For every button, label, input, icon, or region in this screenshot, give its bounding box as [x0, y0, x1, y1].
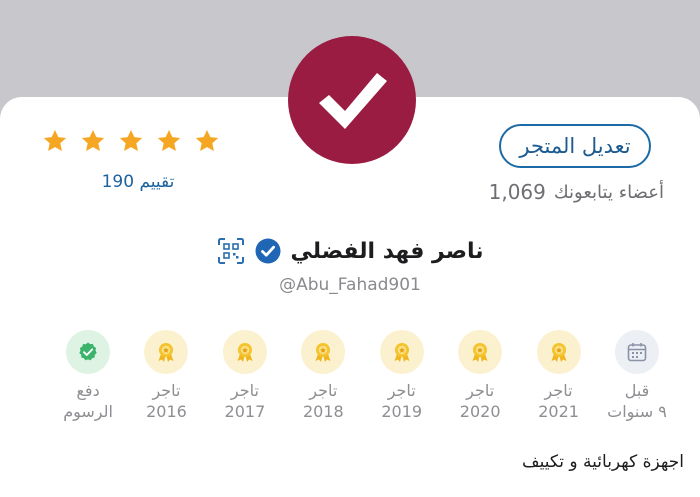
medal-icon	[315, 343, 331, 362]
profile-name: ناصر فهد الفضلي	[290, 238, 484, 264]
medal-icon	[237, 343, 253, 362]
rating-stars	[42, 128, 220, 154]
badge-trader-2017[interactable]: تاجر 2017	[212, 330, 278, 422]
profile-handle[interactable]: @Abu_Fahad901	[0, 275, 700, 295]
badge-line2: ٩ سنوات	[607, 402, 667, 421]
qr-code-icon[interactable]	[217, 237, 245, 265]
edit-store-button[interactable]: تعديل المتجر	[499, 124, 651, 168]
medal-icon	[551, 343, 567, 362]
verified-badge-icon	[255, 238, 281, 264]
badge-line1: تاجر	[466, 381, 495, 400]
badge-trader-2018[interactable]: تاجر 2018	[290, 330, 356, 422]
badge-trader-2019[interactable]: تاجر 2019	[369, 330, 435, 422]
verified-seal-icon	[79, 342, 97, 361]
badge-line2: 2019	[381, 402, 423, 421]
badge-line2: 2017	[224, 402, 266, 421]
store-category: اجهزة كهربائية و تكييف	[522, 452, 684, 472]
badge-line1: تاجر	[544, 381, 573, 400]
badge-line1: تاجر	[152, 381, 181, 400]
badge-line2: 2016	[146, 402, 187, 421]
badge-line2: 2018	[302, 402, 344, 421]
badge-line2: 2021	[538, 402, 579, 421]
medal-icon	[158, 343, 174, 362]
star-icon	[81, 129, 105, 151]
badge-line2: 2020	[459, 402, 501, 421]
badge-line1: تاجر	[387, 381, 416, 400]
avatar[interactable]	[288, 36, 416, 164]
badges-row: قبل ٩ سنوات تاجر 2021 تاجر 2020 تاجر 201…	[55, 330, 670, 422]
followers-info[interactable]: أعضاء يتابعونك 1,069	[489, 178, 664, 206]
medal-icon	[472, 343, 488, 362]
rating-count[interactable]: تقييم 190	[88, 172, 188, 192]
name-row: ناصر فهد الفضلي	[0, 234, 700, 268]
badge-line1: تاجر	[309, 381, 338, 400]
badge-line2: الرسوم	[63, 402, 113, 421]
badge-line1: قبل	[624, 381, 650, 400]
badge-fees-paid[interactable]: دفع الرسوم	[55, 330, 121, 422]
badge-member-since[interactable]: قبل ٩ سنوات	[604, 330, 670, 422]
followers-count: 1,069	[488, 180, 546, 204]
badge-line1: دفع	[76, 381, 100, 400]
star-icon	[119, 129, 143, 151]
followers-label: أعضاء يتابعونك	[553, 181, 664, 203]
checkmark-icon	[319, 73, 387, 129]
star-icon	[43, 129, 67, 151]
badge-trader-2020[interactable]: تاجر 2020	[447, 330, 513, 422]
badge-line1: تاجر	[230, 381, 259, 400]
badge-trader-2021[interactable]: تاجر 2021	[526, 330, 592, 422]
star-icon	[195, 129, 219, 151]
calendar-icon	[627, 343, 647, 362]
badge-trader-2016[interactable]: تاجر 2016	[133, 330, 199, 422]
edit-store-label: تعديل المتجر	[519, 134, 631, 158]
medal-icon	[394, 343, 410, 362]
star-icon	[157, 129, 181, 151]
